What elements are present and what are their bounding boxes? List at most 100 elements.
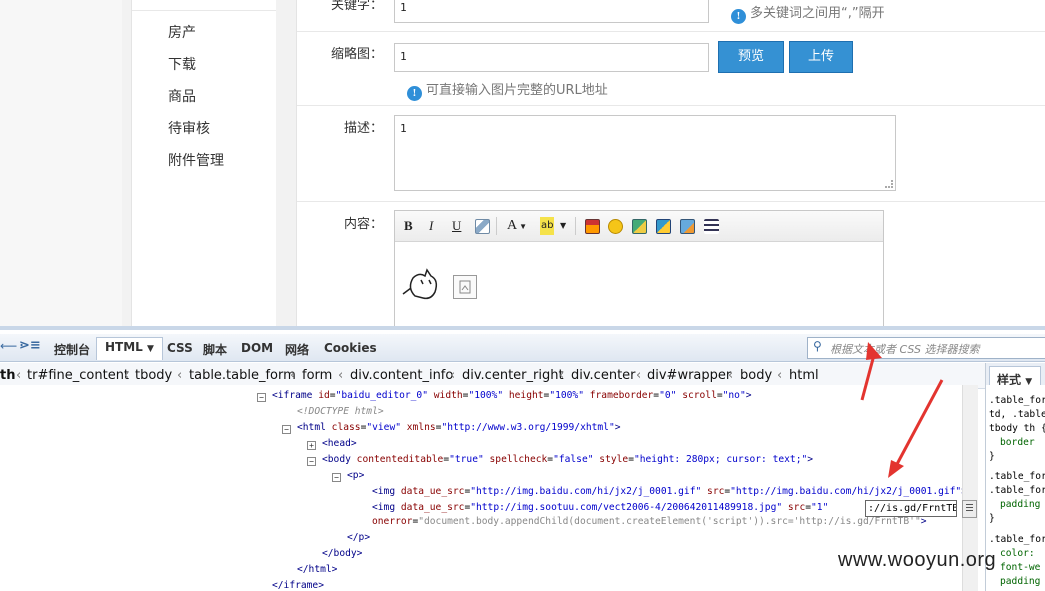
style-prop[interactable]: font-we xyxy=(1000,562,1040,573)
devtools-toolbar: ⟵ ⋗≡ 控制台 HTML ▼ CSS 脚本 DOM 网络 Cookies ⚲ 根… xyxy=(0,334,1045,362)
description-textarea[interactable]: 1 xyxy=(394,115,896,191)
tab-dom[interactable]: DOM xyxy=(241,341,273,355)
italic-button[interactable]: I xyxy=(429,217,433,235)
sidebar-item-image[interactable]: 图片 xyxy=(168,0,196,11)
tab-css[interactable]: CSS xyxy=(167,341,193,355)
breadcrumb-item[interactable]: div.center xyxy=(571,368,636,383)
bold-button[interactable]: B xyxy=(404,217,413,235)
collapse-icon[interactable]: − xyxy=(332,473,341,482)
broken-image-icon[interactable] xyxy=(453,275,477,299)
expand-icon[interactable]: + xyxy=(307,441,316,450)
style-prop[interactable]: border xyxy=(1000,437,1035,448)
style-rule[interactable]: td, .table_ xyxy=(989,409,1045,420)
style-prop[interactable]: padding xyxy=(1000,499,1040,510)
code-line-p-close[interactable]: </p> xyxy=(347,532,370,543)
code-line-body-close[interactable]: </body> xyxy=(322,548,362,559)
info-icon: ! xyxy=(407,86,422,101)
collapse-icon[interactable]: − xyxy=(282,425,291,434)
sidebar-item-pending[interactable]: 待审核 xyxy=(168,118,210,138)
image-icon[interactable] xyxy=(585,219,600,234)
row-divider xyxy=(297,105,1045,106)
style-rule[interactable]: tbody th { xyxy=(989,423,1045,434)
breadcrumb-separator-icon: ‹ xyxy=(124,368,130,383)
breadcrumb-item[interactable]: tbody xyxy=(135,368,172,383)
code-line-img2[interactable]: <img data_ue_src="http://img.sootuu.com/… xyxy=(372,502,828,513)
thumb-input[interactable]: 1 xyxy=(394,43,709,72)
breadcrumb-separator-icon: ‹ xyxy=(16,368,22,383)
left-margin xyxy=(0,0,122,326)
search-input[interactable]: ⚲ 根据文本或者 CSS 选择器搜索 xyxy=(807,337,1045,359)
code-line-iframe-close[interactable]: </iframe> xyxy=(272,580,324,591)
breadcrumb-item[interactable]: div#wrapper xyxy=(647,368,731,383)
breadcrumb-item[interactable]: th xyxy=(0,368,15,383)
tab-network[interactable]: 网络 xyxy=(285,341,309,358)
code-line-doctype: <!DOCTYPE html> xyxy=(297,406,384,417)
style-rule[interactable]: .table_form xyxy=(989,395,1045,406)
style-rule[interactable]: .table_form xyxy=(989,485,1045,496)
code-line-iframe-open[interactable]: <iframe id="baidu_editor_0" width="100%"… xyxy=(272,390,752,401)
highlight-button[interactable]: ab xyxy=(540,217,555,235)
rich-text-editor[interactable]: B I U A ▼ ab ▼ xyxy=(394,210,884,326)
sidebar-item-attachments[interactable]: 附件管理 xyxy=(168,150,224,170)
code-line-html-open[interactable]: <html class="view" xmlns="http://www.w3.… xyxy=(297,422,621,433)
breadcrumb-item[interactable]: form xyxy=(302,368,332,383)
watermark: www.wooyun.org xyxy=(838,549,997,571)
code-line-p-open[interactable]: <p> xyxy=(347,470,364,481)
sidebar-item-goods[interactable]: 商品 xyxy=(168,86,196,106)
scrollbar-thumb[interactable] xyxy=(962,500,977,518)
emotion-icon[interactable] xyxy=(608,219,623,234)
attachment-icon[interactable] xyxy=(680,219,695,234)
inspect-icon[interactable]: ⟵ xyxy=(0,339,17,353)
gallery-icon[interactable] xyxy=(656,219,671,234)
collapse-icon[interactable]: − xyxy=(307,457,316,466)
breadcrumb-item[interactable]: table.table_form xyxy=(189,368,296,383)
tab-cookies[interactable]: Cookies xyxy=(324,341,377,355)
font-color-button[interactable]: A ▼ xyxy=(507,217,527,235)
eraser-icon[interactable] xyxy=(475,219,490,234)
html-tree: − <iframe id="baidu_editor_0" width="100… xyxy=(0,385,967,591)
style-rule[interactable]: .table_form xyxy=(989,534,1045,545)
keyword-hint: ! 多关键词之间用“,”隔开 xyxy=(731,2,885,24)
breadcrumb-item[interactable]: html xyxy=(789,368,819,383)
code-line-img1[interactable]: <img data_ue_src="http://img.baidu.com/h… xyxy=(372,486,967,497)
sidebar-item-property[interactable]: 房产 xyxy=(168,22,196,42)
code-line-html-close[interactable]: </html> xyxy=(297,564,337,575)
code-line-img2-onerror[interactable]: onerror="document.body.appendChild(docum… xyxy=(372,516,927,527)
preview-button[interactable]: 预览 xyxy=(718,41,784,73)
upload-button[interactable]: 上传 xyxy=(789,41,853,73)
style-prop[interactable]: color: xyxy=(1000,548,1035,559)
sidebar-item-download[interactable]: 下载 xyxy=(168,54,196,74)
underline-button[interactable]: U xyxy=(452,217,461,235)
breadcrumb-separator-icon: ‹ xyxy=(290,368,296,383)
search-icon: ⚲ xyxy=(813,339,822,353)
code-line-head[interactable]: <head> xyxy=(322,438,357,449)
breadcrumb-item[interactable]: tr#fine_content xyxy=(27,368,129,383)
highlight-dropdown-icon[interactable]: ▼ xyxy=(560,217,566,235)
command-line-icon[interactable]: ⋗≡ xyxy=(19,338,41,353)
insert-image-icon[interactable] xyxy=(632,219,647,234)
keyword-label: 关键字： xyxy=(330,0,383,13)
breadcrumb-separator-icon: ‹ xyxy=(177,368,183,383)
emoticon-image[interactable] xyxy=(401,266,461,306)
breadcrumb-separator-icon: ‹ xyxy=(338,368,344,383)
tab-html[interactable]: HTML ▼ xyxy=(96,337,163,360)
resize-handle-icon[interactable] xyxy=(885,180,893,188)
breadcrumb-item[interactable]: div.center_right xyxy=(462,368,564,383)
category-sidebar: 图片 房产 下载 商品 待审核 附件管理 xyxy=(131,0,277,326)
attribute-edit-input[interactable]: ://is.gd/FrntTB' xyxy=(865,500,957,517)
collapse-icon[interactable]: − xyxy=(257,393,266,402)
code-line-body-open[interactable]: <body contenteditable="true" spellcheck=… xyxy=(322,454,813,465)
breadcrumb-separator-icon: ‹ xyxy=(777,368,783,383)
thumb-hint: ! 可直接输入图片完整的URL地址 xyxy=(407,79,608,101)
style-prop[interactable]: padding xyxy=(1000,576,1040,587)
keyword-input[interactable]: 1 xyxy=(394,0,709,23)
style-rule[interactable]: .table_form xyxy=(989,471,1045,482)
tab-console[interactable]: 控制台 xyxy=(54,341,90,358)
tab-script[interactable]: 脚本 xyxy=(203,341,227,358)
editor-toolbar: B I U A ▼ ab ▼ xyxy=(395,211,883,242)
breadcrumb-item[interactable]: div.content_info xyxy=(350,368,453,383)
page-break-icon[interactable] xyxy=(704,219,719,234)
style-brace: } xyxy=(989,513,995,524)
content-label: 内容： xyxy=(343,217,383,232)
breadcrumb-item[interactable]: body xyxy=(740,368,772,383)
